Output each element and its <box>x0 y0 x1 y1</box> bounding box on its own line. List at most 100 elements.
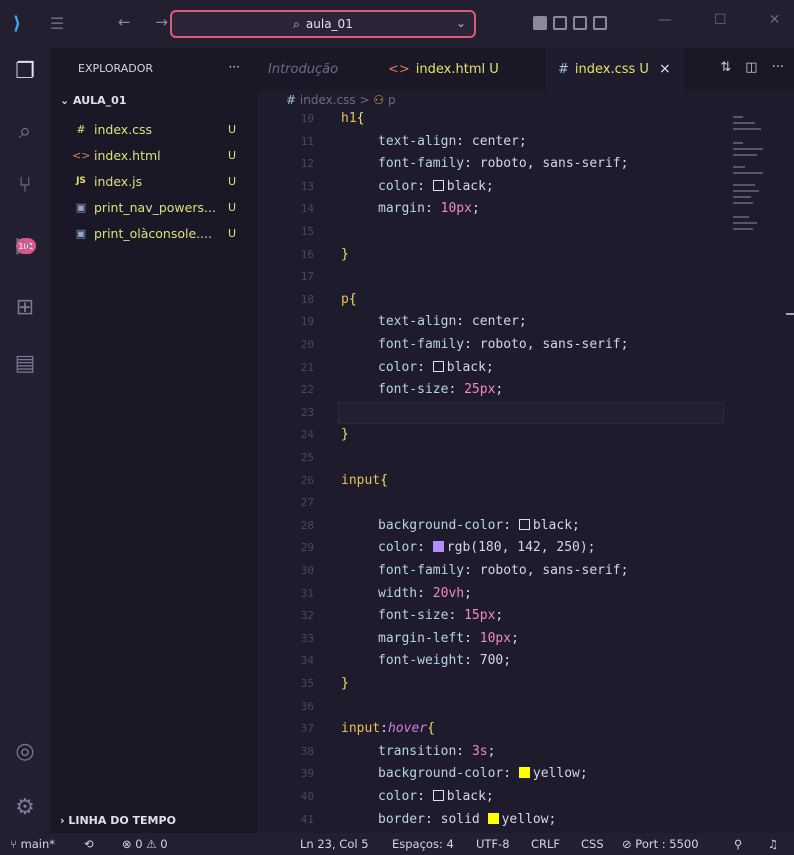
code-line: 24} <box>258 424 728 446</box>
code-line: 19 text-align: center; <box>258 311 728 333</box>
breadcrumb: # index.css > ⚇ p <box>286 93 396 107</box>
minimap[interactable] <box>733 112 769 242</box>
file-item-print-nav[interactable]: ▣ print_nav_powers... U <box>72 196 252 218</box>
code-text: } <box>341 676 349 691</box>
code-text: input{ <box>341 472 388 488</box>
toggle-panel-icon[interactable] <box>553 16 567 30</box>
menu-icon[interactable]: ☰ <box>50 14 68 33</box>
live-server-port[interactable]: ⊘ Port : 5500 <box>622 837 699 851</box>
code-text: background-color: black; <box>378 517 580 533</box>
error-count: 0 <box>135 837 143 851</box>
explorer-icon[interactable]: ❐ <box>10 56 40 86</box>
code-line: 39 background-color: yellow; <box>258 763 728 785</box>
line-number: 26 <box>300 473 314 487</box>
tab-introducao[interactable]: Introdução <box>268 48 338 90</box>
code-line: 27 <box>258 492 728 514</box>
code-line: 15 <box>258 221 728 243</box>
copilot-icon[interactable]: ⚲ <box>734 837 742 851</box>
run-debug-icon[interactable]: ▷ <box>10 230 40 260</box>
indentation[interactable]: Espaços: 4 <box>392 837 454 851</box>
source-control-icon[interactable]: ⑂ <box>10 170 40 200</box>
tab-label: Introdução <box>268 61 339 77</box>
breadcrumb-file[interactable]: index.css <box>300 93 356 107</box>
more-actions-icon[interactable]: ··· <box>229 60 240 74</box>
activity-bar: ❐ ⌕ ⑂ 101 ▷ ⊞ ▤ ◎ ⚙ <box>0 48 50 833</box>
line-number: 11 <box>300 134 314 148</box>
file-item-index-html[interactable]: <> index.html U <box>72 144 252 166</box>
account-icon[interactable]: ◎ <box>10 736 40 766</box>
tab-label: index.css U <box>574 61 649 77</box>
split-editor-icon[interactable]: ◫ <box>745 60 757 75</box>
nav-arrows[interactable]: ← → <box>118 13 178 31</box>
code-text: font-family: roboto, sans-serif; <box>378 563 629 578</box>
line-number: 22 <box>300 383 314 397</box>
code-line: 18 p{ <box>258 289 728 311</box>
file-item-print-ola[interactable]: ▣ print_olàconsole.... U <box>72 222 252 244</box>
code-text: p{ <box>341 291 357 307</box>
line-number: 33 <box>300 631 314 645</box>
encoding[interactable]: UTF-8 <box>476 837 510 851</box>
untracked-badge: U <box>227 122 236 136</box>
line-number: 21 <box>300 360 314 374</box>
timeline-section[interactable]: › LINHA DO TEMPO <box>60 814 176 827</box>
code-text: font-family: roboto, sans-serif; <box>378 337 629 352</box>
close-tab-icon[interactable]: × <box>659 61 671 77</box>
toggle-secondary-sidebar-icon[interactable] <box>573 16 587 30</box>
code-line: 12 font-family: roboto, sans-serif; <box>258 153 728 175</box>
explorer-title: EXPLORADOR <box>78 62 154 75</box>
cursor-position[interactable]: Ln 23, Col 5 <box>300 837 369 851</box>
html-file-icon: <> <box>388 61 410 77</box>
more-actions-icon[interactable]: ··· <box>772 60 784 75</box>
untracked-badge: U <box>227 226 236 240</box>
tab-index-css[interactable]: # index.css U × <box>546 48 683 90</box>
code-line: 26 input{ <box>258 470 728 492</box>
breadcrumb-symbol[interactable]: p <box>388 93 396 107</box>
line-number: 39 <box>300 767 314 781</box>
code-line: 33 margin-left: 10px; <box>258 628 728 650</box>
line-number: 31 <box>300 586 314 600</box>
extensions-icon[interactable]: ⊞ <box>10 292 40 322</box>
maximize-icon[interactable]: ☐ <box>714 12 727 28</box>
html-file-icon: <> <box>72 148 91 162</box>
untracked-badge: U <box>227 174 236 188</box>
branch-name: main* <box>20 837 56 851</box>
file-name: print_nav_powers... <box>94 199 216 215</box>
branch-status[interactable]: ⑂ main* <box>10 837 55 851</box>
code-text: width: 20vh; <box>378 585 472 601</box>
file-item-index-css[interactable]: # index.css U <box>72 118 252 140</box>
problems-status[interactable]: ⊗ 0 ⚠ 0 <box>122 837 168 851</box>
chevron-down-icon[interactable]: ⌄ <box>456 16 466 30</box>
close-icon[interactable]: ✕ <box>769 12 781 28</box>
untracked-badge: U <box>227 148 236 162</box>
line-number: 28 <box>300 518 314 532</box>
file-item-index-js[interactable]: JS index.js U <box>72 170 252 192</box>
code-text: color: black; <box>378 789 494 804</box>
line-number: 41 <box>300 812 314 826</box>
tab-index-html[interactable]: <> index.html U <box>388 48 499 90</box>
scrollbar-indicator[interactable] <box>786 313 794 315</box>
sync-icon[interactable]: ⟲ <box>84 837 94 851</box>
compare-changes-icon[interactable]: ⇅ <box>720 60 731 75</box>
command-center-search[interactable]: ⌕ aula_01 ⌄ <box>170 10 476 38</box>
vscode-logo-icon: ⟩ <box>12 12 22 34</box>
line-number: 23 <box>300 405 314 419</box>
code-line: 31 width: 20vh; <box>258 583 728 605</box>
folder-aula-01[interactable]: ⌄ AULA_01 <box>60 94 126 107</box>
minimize-icon[interactable]: — <box>658 12 672 28</box>
language-mode[interactable]: CSS <box>581 837 604 851</box>
customize-layout-icon[interactable] <box>593 16 607 30</box>
explorer-sidebar: EXPLORADOR ··· ⌄ AULA_01 # index.css U <… <box>50 48 258 833</box>
code-text: transition: 3s; <box>378 743 496 759</box>
toggle-sidebar-icon[interactable] <box>533 16 547 30</box>
line-number: 34 <box>300 654 314 668</box>
line-number: 40 <box>300 790 314 803</box>
search-icon[interactable]: ⌕ <box>10 116 40 146</box>
settings-gear-icon[interactable]: ⚙ <box>10 792 40 822</box>
code-line: 11 text-align: center; <box>258 131 728 153</box>
code-line: 22 font-size: 25px; <box>258 379 728 401</box>
code-text: color: rgb(180, 142, 250); <box>378 540 596 556</box>
remote-explorer-icon[interactable]: ▤ <box>10 348 40 378</box>
code-editor[interactable]: 10 h1{11 text-align: center; 12 font-family:… <box>258 110 794 833</box>
end-of-line[interactable]: CRLF <box>531 837 560 851</box>
notifications-icon[interactable]: ♫ <box>768 837 778 851</box>
